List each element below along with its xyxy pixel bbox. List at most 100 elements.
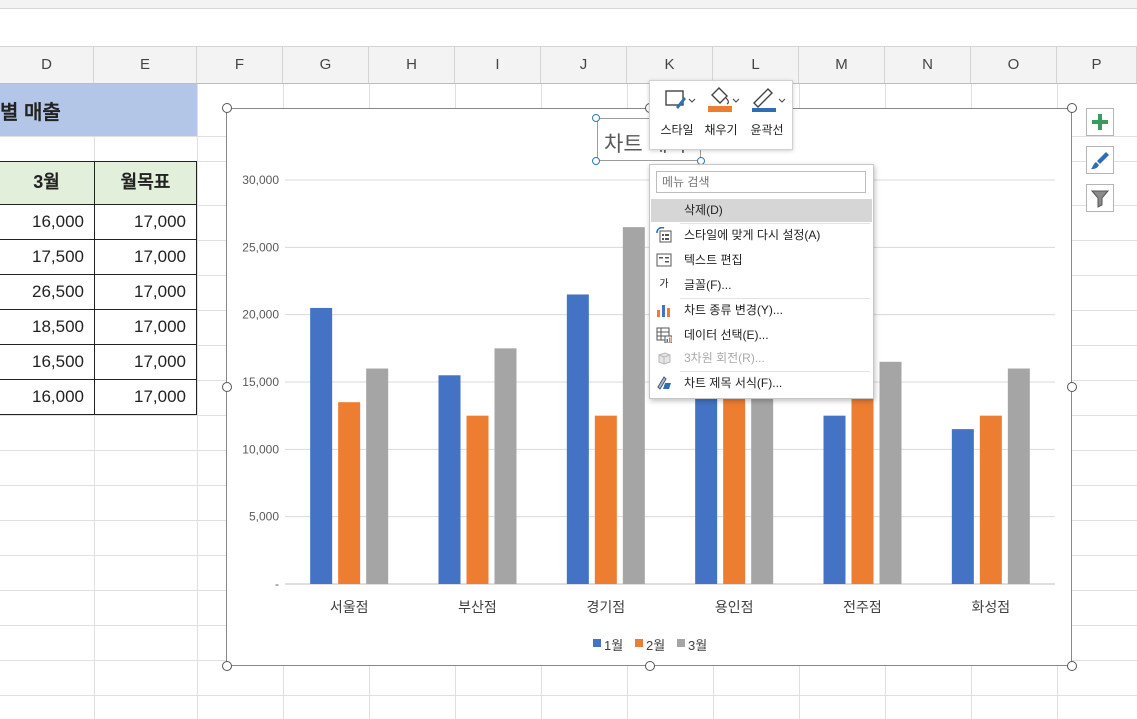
menu-item-edit-text[interactable]: 텍스트 편집 [651,249,872,272]
cell-d-6[interactable]: 16,000 [0,379,95,415]
column-header-g[interactable]: G [283,47,369,83]
legend-label-1: 1월 [604,638,624,653]
x-category-label: 전주점 [843,599,882,615]
fill-button[interactable]: 채우기 [700,81,742,149]
sheet-title-cell[interactable]: 별 매출 [0,84,197,136]
column-header-d[interactable]: D [0,47,94,83]
menu-item-label: 데이터 선택(E)... [684,328,769,342]
cell-d-1[interactable]: 16,000 [0,204,95,240]
bar [723,395,746,584]
header-monthly-target[interactable]: 월목표 [94,161,197,205]
outline-button[interactable]: 윤곽선 [744,81,790,149]
resize-handle-ne[interactable] [1067,103,1077,113]
menu-item-format-chart-title[interactable]: 차트 제목 서식(F)... [651,372,872,395]
column-header-k[interactable]: K [627,47,713,83]
resize-handle-se[interactable] [1067,661,1077,671]
y-tick-label: 30,000 [242,173,279,187]
cell-e-4[interactable]: 17,000 [94,309,197,345]
cell-d-4[interactable]: 18,500 [0,309,95,345]
bar [979,415,1002,584]
chart-styles-button[interactable] [1086,146,1114,174]
legend-swatch-3 [677,639,685,647]
menu-item-label: 삭제(D) [684,203,723,217]
column-header-n[interactable]: N [885,47,971,83]
bar [594,415,617,584]
column-header-m[interactable]: M [799,47,885,83]
shape-style-icon [665,90,696,109]
resize-handle-s[interactable] [645,661,655,671]
formula-bar[interactable] [0,9,1137,47]
paint-bucket-icon [708,87,740,112]
cell-e-6[interactable]: 17,000 [94,379,197,415]
style-button[interactable]: 스타일 [654,81,700,149]
menu-item-label: 차트 종류 변경(Y)... [684,303,783,317]
column-header-f[interactable]: F [197,47,283,83]
menu-item-label: 글꼴(F)... [684,278,732,292]
bar [879,361,902,584]
cell-e-5[interactable]: 17,000 [94,344,197,380]
resize-handle-sw[interactable] [222,661,232,671]
header-march[interactable]: 3월 [0,161,95,205]
resize-handle-nw[interactable] [222,103,232,113]
bar [366,368,389,584]
column-header-i[interactable]: I [455,47,541,83]
paintbrush-icon [1091,152,1109,169]
title-handle[interactable] [592,157,600,165]
cell-d-5[interactable]: 16,500 [0,344,95,380]
resize-handle-w[interactable] [222,382,232,392]
chart-elements-button[interactable] [1086,108,1114,136]
column-header-o[interactable]: O [971,47,1057,83]
x-category-label: 용인점 [715,599,754,615]
cell-e-2[interactable]: 17,000 [94,239,197,275]
bar [951,429,974,584]
column-header-p[interactable]: P [1057,47,1137,83]
outline-label: 윤곽선 [750,123,784,137]
column-header-l[interactable]: L [713,47,799,83]
menu-item-reset-style[interactable]: 스타일에 맞게 다시 설정(A) [651,224,872,247]
cell-d-2[interactable]: 17,500 [0,239,95,275]
format-title-icon [657,376,671,390]
ribbon-edge [0,0,1137,9]
menu-item-label: 3차원 회전(R)... [684,351,765,365]
x-category-label: 화성점 [972,599,1011,615]
mini-toolbar: 스타일 채우기 윤곽선 [649,80,793,150]
bar [622,227,645,584]
legend-label-3: 3월 [688,638,708,653]
menu-item-3d-rotation[interactable]: 3차원 회전(R)... [651,347,872,370]
column-header-j[interactable]: J [541,47,627,83]
chart-filters-button[interactable] [1086,184,1114,212]
x-category-label: 서울점 [330,599,369,615]
fill-label: 채우기 [704,123,738,137]
edit-text-icon [656,253,672,267]
pen-outline-icon [752,88,786,112]
style-label: 스타일 [660,123,694,137]
y-tick-label: 5,000 [249,510,279,524]
cell-e-1[interactable]: 17,000 [94,204,197,240]
column-header-h[interactable]: H [369,47,455,83]
legend-swatch-1 [593,639,601,647]
bar [851,375,874,584]
reset-style-icon [656,227,672,243]
cell-d-3[interactable]: 26,500 [0,274,95,310]
bar [494,348,517,584]
y-tick-label: 25,000 [242,240,279,254]
resize-handle-e[interactable] [1067,382,1077,392]
menu-item-delete[interactable]: 삭제(D) [651,199,872,222]
menu-item-change-chart-type[interactable]: 차트 종류 변경(Y)... [651,299,872,322]
select-data-icon [656,327,672,343]
font-icon: 가 [659,279,669,290]
filter-icon [1090,190,1110,208]
bar [695,395,718,584]
column-header-bar: D E F G H I J K L M N O P [0,47,1137,84]
menu-item-font[interactable]: 가 글꼴(F)... [651,274,872,297]
cell-e-3[interactable]: 17,000 [94,274,197,310]
column-header-e[interactable]: E [94,47,197,83]
context-menu: 삭제(D) 스타일에 맞게 다시 설정(A) 텍스트 편집 가 글꼴(F)...… [649,164,874,399]
3d-rotation-icon [658,352,671,365]
x-category-label: 부산점 [458,599,497,615]
bar [310,307,333,584]
chart-legend[interactable]: 1월 2월 3월 [593,635,723,653]
menu-search-input[interactable] [656,171,866,193]
title-handle[interactable] [592,114,600,122]
menu-item-select-data[interactable]: 데이터 선택(E)... [651,324,872,347]
